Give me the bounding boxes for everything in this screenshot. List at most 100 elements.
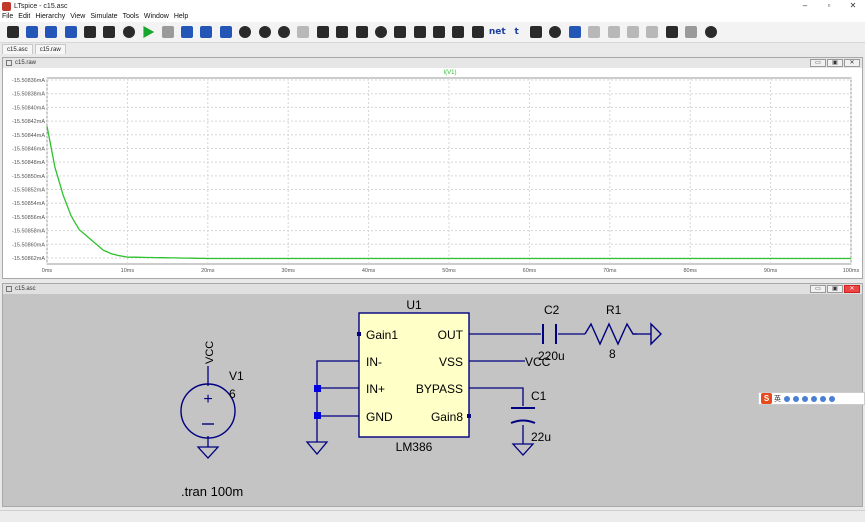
menu-view[interactable]: View [70,12,85,22]
output-port-arrow[interactable] [650,322,662,346]
zoom-back-button[interactable] [295,24,312,41]
undo-button[interactable] [663,24,680,41]
c1-value-label[interactable]: 22u [531,430,551,444]
menu-tools[interactable]: Tools [123,12,139,22]
junction-in-plus [314,385,321,392]
r1-value-label[interactable]: 8 [609,347,616,361]
inductor-icon [433,26,446,38]
ground-symbol-v1[interactable] [196,446,220,459]
zoom-out-button[interactable] [256,24,273,41]
schematic-minimize-button[interactable]: ▭ [810,285,826,293]
print-button[interactable] [82,24,99,41]
v1-value-label[interactable]: 6 [229,387,236,401]
settings-button[interactable] [120,24,137,41]
schematic-canvas[interactable]: U1 LM386 Gain1 IN- IN+ GND OUT VSS BYPAS… [3,294,862,506]
y-tick-label: -15.50858mA [12,229,45,235]
ime-tools-icon[interactable] [829,395,835,402]
move-button[interactable] [566,24,583,41]
capacitor-button[interactable] [411,24,428,41]
spice-directive-button[interactable] [528,24,545,41]
vcc-net-label[interactable]: VCC [204,341,216,364]
ground-button[interactable] [353,24,370,41]
spice-directive[interactable]: .tran 100m [181,484,243,499]
wire-icon [336,26,349,38]
inductor-button[interactable] [431,24,448,41]
wire-button[interactable] [334,24,351,41]
sogou-logo-icon[interactable]: S [761,393,772,404]
net-button-button[interactable]: net [489,24,506,41]
ground-symbol-ic[interactable] [305,441,329,456]
diode-button[interactable] [450,24,467,41]
ime-punctuation-icon[interactable] [784,395,790,402]
menu-simulate[interactable]: Simulate [90,12,117,22]
open-waveform-button[interactable] [43,24,60,41]
settings-icon [122,26,135,38]
r1-ref-label[interactable]: R1 [606,303,622,317]
find-button[interactable] [702,24,719,41]
schematic-maximize-button[interactable]: ▣ [827,285,843,293]
minimize-button[interactable]: – [793,0,817,12]
c1-ref-label[interactable]: C1 [531,389,547,403]
series-legend-iv1[interactable]: I(V1) [443,70,456,76]
hammer-button[interactable] [4,24,21,41]
u1-ref-label[interactable]: U1 [406,298,422,312]
save-button[interactable] [62,24,79,41]
menu-edit[interactable]: Edit [18,12,30,22]
delete-button[interactable] [547,24,564,41]
tab-c15-raw[interactable]: c15.raw [34,44,66,54]
zoom-in-button[interactable] [237,24,254,41]
schematic-doc-icon [6,286,12,292]
run-button[interactable] [140,24,157,41]
waveform-minimize-button[interactable]: ▭ [810,59,826,67]
tile-horizontal-button[interactable] [198,24,215,41]
ime-skin-icon[interactable] [820,395,826,402]
v1-plus-icon: + [203,391,212,408]
ime-keyboard-icon[interactable] [811,395,817,402]
halt-button[interactable] [159,24,176,41]
mirror-button[interactable] [644,24,661,41]
ime-toolbar[interactable]: S 英 [758,392,865,405]
restore-button[interactable]: ▫ [817,0,841,12]
drag-icon [588,26,601,38]
drag-button[interactable] [586,24,603,41]
main-toolbar: net t [0,22,865,43]
x-tick-label: 40ms [362,268,376,274]
text-button[interactable]: t [508,24,525,41]
print-setup-button[interactable] [101,24,118,41]
resistor-button[interactable] [392,24,409,41]
ime-language-toggle[interactable]: 英 [774,394,781,404]
print-setup-icon [103,26,116,38]
menu-help[interactable]: Help [174,12,188,22]
rotate-button[interactable] [625,24,642,41]
label-net-button[interactable] [372,24,389,41]
cascade-button[interactable] [217,24,234,41]
v1-ref-label[interactable]: V1 [229,369,244,383]
menu-window[interactable]: Window [144,12,169,22]
y-tick-label: -15.50848mA [12,160,45,166]
autorange-button[interactable] [314,24,331,41]
schematic-close-button[interactable]: ✕ [844,285,860,293]
menu-hierarchy[interactable]: Hierarchy [35,12,65,22]
c1-plate-bottom[interactable] [510,419,536,424]
open-button[interactable] [23,24,40,41]
waveform-plot[interactable]: -15.50836mA -15.50838mA -15.50840mA -15.508… [3,68,862,278]
close-button[interactable]: ✕ [841,0,865,12]
duplicate-button[interactable] [605,24,622,41]
vss-net-label[interactable]: VCC [525,355,551,369]
text-icon: t [514,27,519,37]
ime-emoji-icon[interactable] [793,395,799,402]
zoom-fit-button[interactable] [275,24,292,41]
tile-vertical-button[interactable] [179,24,196,41]
component-button[interactable] [469,24,486,41]
tab-c15-asc[interactable]: c15.asc [2,44,33,54]
c2-ref-label[interactable]: C2 [544,303,560,317]
redo-button[interactable] [683,24,700,41]
waveform-maximize-button[interactable]: ▣ [827,59,843,67]
tile-horizontal-icon [200,26,213,38]
u1-part-label[interactable]: LM386 [396,440,433,454]
waveform-close-button[interactable]: ✕ [844,59,860,67]
ground-symbol-c1[interactable] [511,443,535,456]
resistor-r1[interactable] [584,322,637,346]
menu-file[interactable]: File [2,12,13,22]
ime-voice-icon[interactable] [802,395,808,402]
